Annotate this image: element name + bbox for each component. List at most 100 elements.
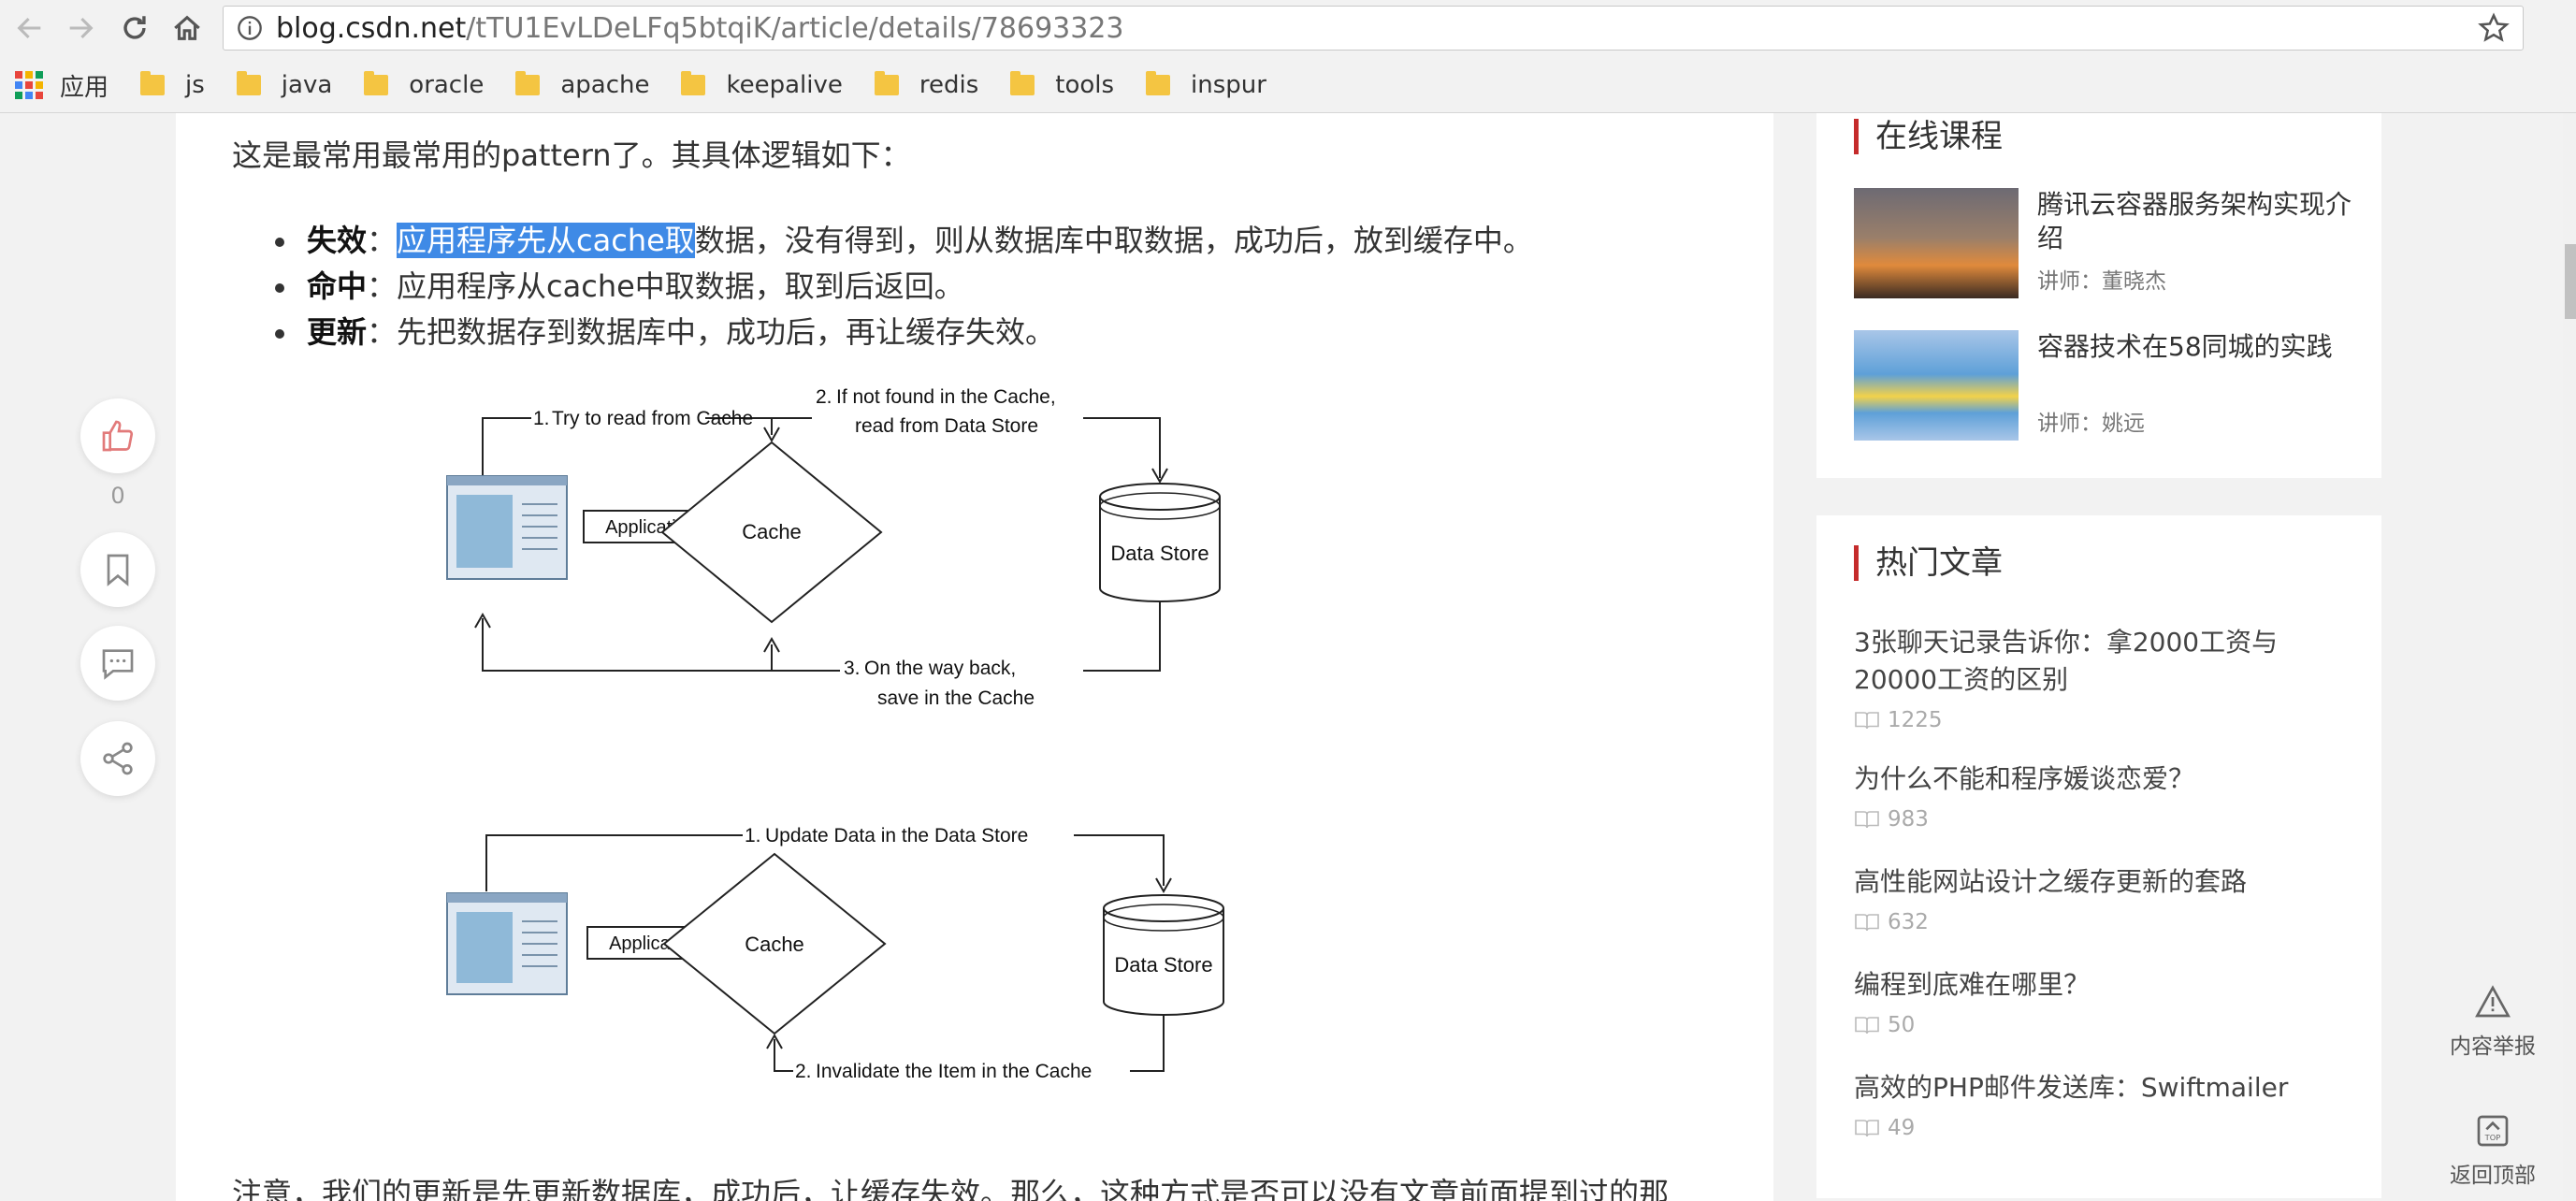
folder-icon xyxy=(874,71,899,95)
view-count-value: 49 xyxy=(1888,1116,1916,1140)
bookmark-tools[interactable]: tools xyxy=(1010,71,1114,99)
course-teacher: 讲师：姚远 xyxy=(2037,412,2145,436)
page-viewport: 0 这是最常用最常用的pattern了。其具体逻辑如下： 失效：应用程序先从ca… xyxy=(0,113,2576,1201)
browser-toolbar: blog.csdn.net/tTU1EvLDeLFq5btqiK/article… xyxy=(0,0,2576,59)
bookmark-label: apache xyxy=(560,71,650,99)
folder-icon xyxy=(1010,71,1035,95)
view-count: 632 xyxy=(1854,910,2359,934)
note-paragraph: 注意，我们的更新是先更新数据库，成功后，让缓存失效。那么，这种方式是否可以没有文… xyxy=(232,1176,1670,1201)
separator: ： xyxy=(367,314,398,350)
bookmark-keepalive[interactable]: keepalive xyxy=(681,71,843,99)
step-2-line-2: read from Data Store xyxy=(855,415,1038,437)
arrow-right-icon xyxy=(69,17,94,39)
back-button[interactable] xyxy=(11,9,49,47)
pattern-list: 失效：应用程序先从cache取数据，没有得到，则从数据库中取数据，成功后，放到缓… xyxy=(269,218,1533,355)
report-button[interactable]: 内容举报 xyxy=(2432,983,2554,1060)
list-item-update: 更新：先把数据存到数据库中，成功后，再让缓存失效。 xyxy=(269,310,1533,355)
thumbs-up-icon xyxy=(102,420,134,452)
address-bar[interactable]: blog.csdn.net/tTU1EvLDeLFq5btqiK/article… xyxy=(223,6,2524,51)
bookmark-label: inspur xyxy=(1191,71,1266,99)
step-1-number: 1. xyxy=(745,825,761,846)
like-button[interactable] xyxy=(80,398,155,473)
warning-icon xyxy=(2475,985,2511,1018)
separator: ： xyxy=(367,268,398,304)
forward-button[interactable] xyxy=(62,9,99,47)
bookmark-apache[interactable]: apache xyxy=(515,71,649,99)
selected-text: 应用程序先从cache取 xyxy=(397,223,695,258)
report-label: 内容举报 xyxy=(2450,1035,2536,1059)
comment-button[interactable] xyxy=(80,626,155,701)
book-icon xyxy=(1855,914,1879,932)
view-count-value: 983 xyxy=(1888,807,1929,832)
url-domain: blog.csdn.net xyxy=(276,11,467,45)
hot-article-title: 为什么不能和程序媛谈恋爱？ xyxy=(1854,763,2195,794)
book-icon xyxy=(1855,712,1879,730)
course-item[interactable]: 容器技术在58同城的实践 讲师：姚远 xyxy=(1854,330,2359,441)
description: 数据，没有得到，则从数据库中取数据，成功后，放到缓存中。 xyxy=(694,223,1533,258)
online-courses-card: 在线课程 腾讯云容器服务架构实现介绍 讲师：董晓杰 容器技术在58同城的实践 讲… xyxy=(1816,113,2381,478)
bookmark-button[interactable] xyxy=(80,532,155,607)
separator: ： xyxy=(367,223,398,258)
hot-articles-card: 热门文章 3张聊天记录告诉你：拿2000工资与20000工资的区别 1225 为… xyxy=(1816,515,2381,1198)
folder-icon xyxy=(140,71,166,95)
top-icon: TOP xyxy=(2477,1115,2509,1147)
step-3-line-2: save in the Cache xyxy=(877,687,1035,709)
view-count-value: 50 xyxy=(1888,1013,1916,1037)
bookmark-js[interactable]: js xyxy=(140,71,205,99)
hot-article-item[interactable]: 3张聊天记录告诉你：拿2000工资与20000工资的区别 1225 xyxy=(1854,624,2359,732)
comment-icon xyxy=(102,649,134,680)
hot-article-title: 高性能网站设计之缓存更新的套路 xyxy=(1854,866,2248,897)
share-icon xyxy=(103,742,133,775)
application-window-icon xyxy=(446,475,568,580)
reload-button[interactable] xyxy=(116,9,153,47)
cache-label: Cache xyxy=(745,933,804,956)
bookmark-label: keepalive xyxy=(726,71,843,99)
bookmark-java[interactable]: java xyxy=(236,71,332,99)
bookmark-apps[interactable]: 应用 xyxy=(60,68,109,103)
scrollbar-thumb[interactable] xyxy=(2565,244,2576,319)
folder-icon xyxy=(515,71,541,95)
url-path: /tTU1EvLDeLFq5btqiK/article/details/7869… xyxy=(466,11,1124,45)
step-3-number: 3. xyxy=(844,658,861,679)
url-text: blog.csdn.net/tTU1EvLDeLFq5btqiK/article… xyxy=(276,12,1124,45)
hot-article-item[interactable]: 编程到底难在哪里？ 50 xyxy=(1854,966,2359,1037)
back-to-top-button[interactable]: TOP 返回顶部 xyxy=(2432,1112,2554,1189)
folder-icon xyxy=(236,71,261,95)
bookmark-oracle[interactable]: oracle xyxy=(364,71,484,99)
step-1-text: Try to read from Cache xyxy=(552,408,753,429)
view-count: 49 xyxy=(1854,1116,2359,1140)
folder-icon xyxy=(364,71,389,95)
bookmark-redis[interactable]: redis xyxy=(874,71,978,99)
info-icon xyxy=(238,16,262,40)
folder-icon xyxy=(681,71,706,95)
home-button[interactable] xyxy=(168,9,206,47)
list-item-hit: 命中：应用程序从cache中取数据，取到后返回。 xyxy=(269,264,1533,310)
bookmarks-bar: 应用 js java oracle apache keepalive redis… xyxy=(0,58,2576,113)
bookmark-label: tools xyxy=(1055,71,1115,99)
course-item[interactable]: 腾讯云容器服务架构实现介绍 讲师：董晓杰 xyxy=(1854,188,2359,298)
step-3-line-1: On the way back, xyxy=(864,658,1016,679)
step-2-number: 2. xyxy=(816,386,832,408)
apps-grid-icon[interactable] xyxy=(15,71,43,99)
share-button[interactable] xyxy=(80,721,155,796)
data-store-label: Data Store xyxy=(1110,542,1208,565)
term: 命中 xyxy=(307,268,368,304)
list-item-miss: 失效：应用程序先从cache取数据，没有得到，则从数据库中取数据，成功后，放到缓… xyxy=(269,218,1533,264)
step-2-line-1: If not found in the Cache, xyxy=(836,386,1056,408)
page-scrollbar[interactable] xyxy=(2563,113,2576,1201)
step-2-number: 2. xyxy=(795,1061,812,1082)
arrow-left-icon xyxy=(17,17,41,39)
bookmark-star-icon[interactable] xyxy=(2478,12,2510,44)
hot-article-item[interactable]: 为什么不能和程序媛谈恋爱？ 983 xyxy=(1854,760,2359,832)
svg-text:TOP: TOP xyxy=(2484,1133,2501,1142)
view-count: 1225 xyxy=(1854,708,2359,732)
back-to-top-label: 返回顶部 xyxy=(2450,1164,2536,1188)
hot-article-item[interactable]: 高效的PHP邮件发送库：Swiftmailer 49 xyxy=(1854,1069,2359,1140)
hot-article-item[interactable]: 高性能网站设计之缓存更新的套路 632 xyxy=(1854,863,2359,934)
hot-article-title: 高效的PHP邮件发送库：Swiftmailer xyxy=(1854,1072,2289,1103)
term: 失效 xyxy=(307,223,368,258)
bookmark-inspur[interactable]: inspur xyxy=(1146,71,1266,99)
cache-read-diagram: Application Cache Data Store 1. Try to r… xyxy=(400,366,1541,721)
folder-icon xyxy=(1146,71,1171,95)
article-content: 这是最常用最常用的pattern了。其具体逻辑如下： 失效：应用程序先从cach… xyxy=(176,113,1773,1201)
